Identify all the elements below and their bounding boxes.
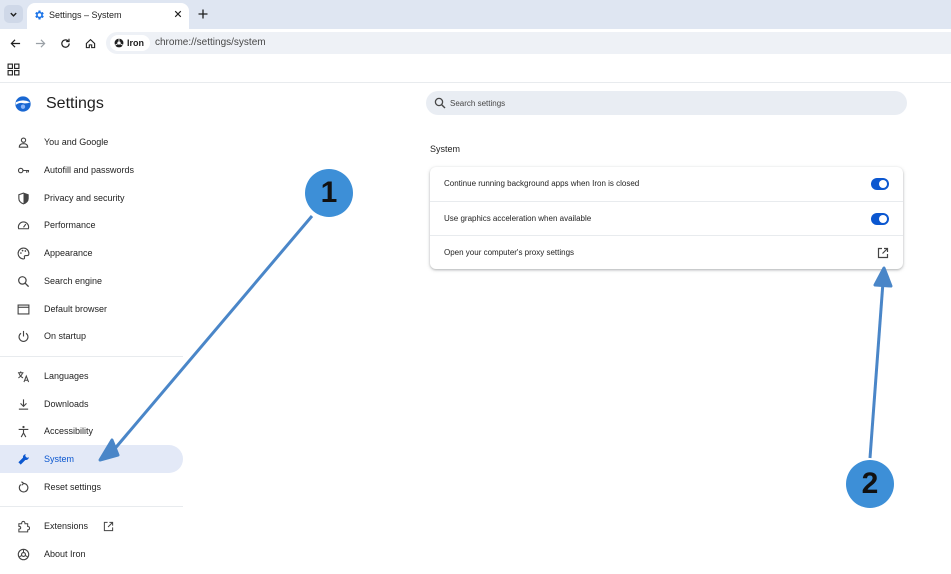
sidebar-item-autofill[interactable]: Autofill and passwords xyxy=(0,156,183,184)
setting-label: Open your computer's proxy settings xyxy=(444,248,575,257)
setting-label: Use graphics acceleration when available xyxy=(444,214,592,223)
speedometer-icon xyxy=(17,220,30,229)
new-tab-button[interactable] xyxy=(195,6,211,22)
sidebar-item-system[interactable]: System xyxy=(0,445,183,473)
back-button[interactable] xyxy=(7,35,23,51)
chevron-down-icon xyxy=(10,12,17,17)
annotation-callout-1: 1 xyxy=(305,169,353,217)
tab-search-button[interactable] xyxy=(4,5,23,23)
setting-row-proxy-settings[interactable]: Open your computer's proxy settings xyxy=(430,235,903,269)
sidebar-item-label: You and Google xyxy=(44,137,109,147)
sidebar-item-on-startup[interactable]: On startup xyxy=(0,322,183,350)
iron-logo-icon xyxy=(17,548,30,560)
toolbar: Iron chrome://settings/system xyxy=(0,29,951,57)
settings-logo-icon xyxy=(15,96,31,112)
section-title: System xyxy=(430,144,461,154)
plus-icon xyxy=(198,9,208,19)
annotation-arrow-2 xyxy=(868,281,885,459)
sidebar-item-appearance[interactable]: Appearance xyxy=(0,239,183,267)
accessibility-icon xyxy=(18,425,29,437)
bookmarks-bar xyxy=(0,57,951,83)
background-apps-toggle[interactable] xyxy=(871,178,889,190)
tab-title: Settings – System xyxy=(49,10,122,20)
sidebar-item-downloads[interactable]: Downloads xyxy=(0,390,183,418)
sidebar-item-label: Performance xyxy=(44,220,96,230)
shield-icon xyxy=(18,192,29,204)
sidebar-item-label: Extensions xyxy=(44,521,89,531)
sidebar-divider xyxy=(0,356,183,357)
sidebar-item-label: On startup xyxy=(44,331,87,341)
reload-icon xyxy=(60,38,70,48)
sidebar-item-languages[interactable]: Languages xyxy=(0,362,183,390)
toggle-knob xyxy=(879,215,887,223)
palette-icon xyxy=(17,247,30,259)
arrow-left-icon xyxy=(10,38,20,48)
site-chip-label: Iron xyxy=(127,38,144,48)
sidebar-item-label: Default browser xyxy=(44,304,108,314)
sidebar-item-default-browser[interactable]: Default browser xyxy=(0,295,183,323)
tab-settings-system[interactable]: Settings – System xyxy=(27,3,189,29)
sidebar-item-search-engine[interactable]: Search engine xyxy=(0,267,183,295)
sidebar-item-reset-settings[interactable]: Reset settings xyxy=(0,473,183,501)
setting-row-graphics-acceleration[interactable]: Use graphics acceleration when available xyxy=(430,201,903,235)
toggle-knob xyxy=(879,180,887,188)
setting-label: Continue running background apps when Ir… xyxy=(444,179,640,188)
sidebar-item-label: About Iron xyxy=(44,549,86,559)
address-bar[interactable]: Iron chrome://settings/system xyxy=(106,32,951,54)
browser-window-icon xyxy=(17,303,30,315)
system-settings-card: Continue running background apps when Ir… xyxy=(430,167,903,269)
close-tab-button[interactable] xyxy=(171,7,185,21)
sidebar-item-label: System xyxy=(44,454,75,464)
sidebar-item-about-iron[interactable]: About Iron xyxy=(0,540,183,568)
person-icon xyxy=(18,136,29,148)
forward-button[interactable] xyxy=(32,35,48,51)
sidebar-item-extensions[interactable]: Extensions xyxy=(0,512,183,540)
key-icon xyxy=(17,167,30,173)
sidebar-item-privacy[interactable]: Privacy and security xyxy=(0,184,183,212)
sidebar-item-label: Downloads xyxy=(44,399,89,409)
home-icon xyxy=(85,38,95,48)
sidebar-item-label: Appearance xyxy=(44,248,93,258)
sidebar-item-label: Languages xyxy=(44,371,89,381)
reset-icon xyxy=(18,480,29,493)
search-icon xyxy=(18,275,30,287)
download-icon xyxy=(18,398,29,410)
search-icon xyxy=(434,97,446,109)
graphics-acceleration-toggle[interactable] xyxy=(871,213,889,225)
translate-icon xyxy=(17,370,30,382)
settings-search[interactable] xyxy=(426,91,907,115)
sidebar-item-performance[interactable]: Performance xyxy=(0,211,183,239)
sidebar-item-label: Accessibility xyxy=(44,426,94,436)
annotation-callout-2: 2 xyxy=(846,460,894,508)
sidebar-item-label: Autofill and passwords xyxy=(44,165,135,175)
site-info-chip[interactable]: Iron xyxy=(110,35,150,51)
apps-grid-icon[interactable] xyxy=(7,63,20,76)
iron-logo-icon xyxy=(114,38,124,48)
close-icon xyxy=(174,10,182,18)
url-text: chrome://settings/system xyxy=(155,37,266,48)
sidebar-item-label: Reset settings xyxy=(44,482,102,492)
sidebar-item-accessibility[interactable]: Accessibility xyxy=(0,417,183,445)
external-link-icon xyxy=(103,521,114,531)
annotation-arrowhead-2 xyxy=(873,266,893,288)
home-button[interactable] xyxy=(82,35,98,51)
setting-row-background-apps[interactable]: Continue running background apps when Ir… xyxy=(430,167,903,201)
power-icon xyxy=(18,330,29,342)
arrow-right-icon xyxy=(35,38,45,48)
sidebar-item-label: Privacy and security xyxy=(44,193,125,203)
search-input[interactable] xyxy=(450,95,890,111)
browser-window: Settings – System Iron chrome://settings… xyxy=(0,0,951,574)
sidebar-item-label: Search engine xyxy=(44,276,103,286)
puzzle-icon xyxy=(18,520,30,532)
sidebar-divider xyxy=(0,506,183,507)
sidebar-item-you-and-google[interactable]: You and Google xyxy=(0,128,183,156)
page-title: Settings xyxy=(46,95,104,112)
gear-icon xyxy=(35,10,44,20)
tab-strip: Settings – System xyxy=(0,0,951,29)
reload-button[interactable] xyxy=(57,35,73,51)
external-link-icon[interactable] xyxy=(877,247,889,259)
wrench-icon xyxy=(18,453,29,465)
